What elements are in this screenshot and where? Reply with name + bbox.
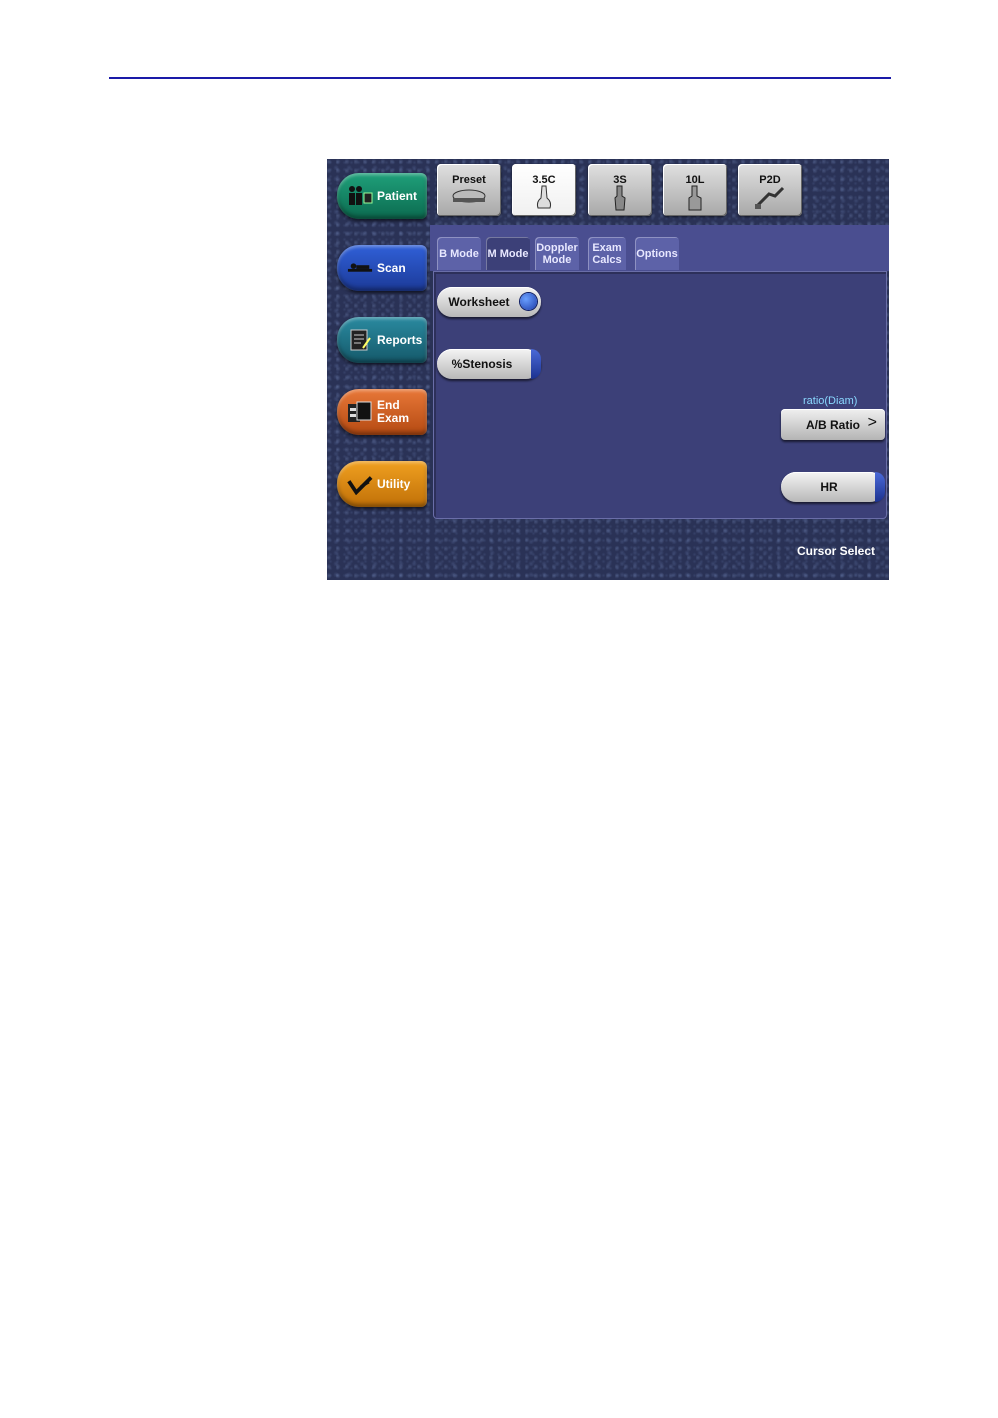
utility-label: Utility [377,476,411,491]
pencil-probe-icon [755,186,785,209]
tab-exam-line1: Exam [592,241,622,254]
tab-doppler-mode[interactable]: Doppler Mode [535,237,579,270]
patient-button[interactable]: Patient [337,173,427,219]
probe-3s-button[interactable]: 3S [588,164,652,216]
scan-icon [347,255,373,281]
worksheet-label: Worksheet [448,295,510,309]
cursor-select-status: Cursor Select [797,544,876,558]
scan-label: Scan [377,260,406,275]
scan-button[interactable]: Scan [337,245,427,291]
end-exam-label-line1: End [377,398,400,412]
reports-icon [347,327,373,353]
tab-doppler-line1: Doppler [536,241,578,254]
ab-ratio-button[interactable]: A/B Ratio > [781,409,885,440]
preset-icon [452,189,486,203]
hr-button[interactable]: HR [781,472,885,502]
worksheet-indicator-icon [520,293,537,310]
tab-b-mode[interactable]: B Mode [437,237,481,270]
tab-options[interactable]: Options [635,237,679,270]
ultrasound-touch-panel: Patient Scan Reports End Exam Utility Pr… [327,159,889,580]
tab-exam-line2: Calcs [592,253,622,266]
patient-label: Patient [377,188,418,203]
tab-m-mode[interactable]: M Mode [486,237,530,270]
preset-button[interactable]: Preset [437,164,501,216]
tab-doppler-line2: Mode [542,253,572,266]
utility-icon [347,471,373,497]
end-exam-label-line2: Exam [377,411,410,425]
ab-ratio-label: A/B Ratio [806,417,860,432]
header-rule [109,77,891,79]
probe-p2d-button[interactable]: P2D [738,164,802,216]
chevron-right-icon: > [867,414,877,431]
tab-b-mode-label: B Mode [439,247,479,260]
worksheet-button[interactable]: Worksheet [437,287,541,317]
tab-options-label: Options [636,247,678,260]
end-exam-icon [347,399,373,425]
stenosis-button[interactable]: %Stenosis [437,349,541,379]
reports-button[interactable]: Reports [337,317,427,363]
patient-icon [347,183,373,209]
tab-exam-calcs[interactable]: Exam Calcs [588,237,626,270]
end-exam-button[interactable]: End Exam [337,389,427,435]
convex-probe-icon [536,185,552,209]
utility-button[interactable]: Utility [337,461,427,507]
tab-m-mode-label: M Mode [487,247,529,260]
probe-10l-button[interactable]: 10L [663,164,727,216]
linear-probe-icon [688,185,702,211]
probe-3-5c-button[interactable]: 3.5C [512,164,576,216]
sector-probe-icon [614,185,626,211]
hr-label: HR [820,480,838,494]
reports-label: Reports [377,332,423,347]
stenosis-label: %Stenosis [451,357,513,371]
ratio-diam-caption: ratio(Diam) [803,395,858,407]
